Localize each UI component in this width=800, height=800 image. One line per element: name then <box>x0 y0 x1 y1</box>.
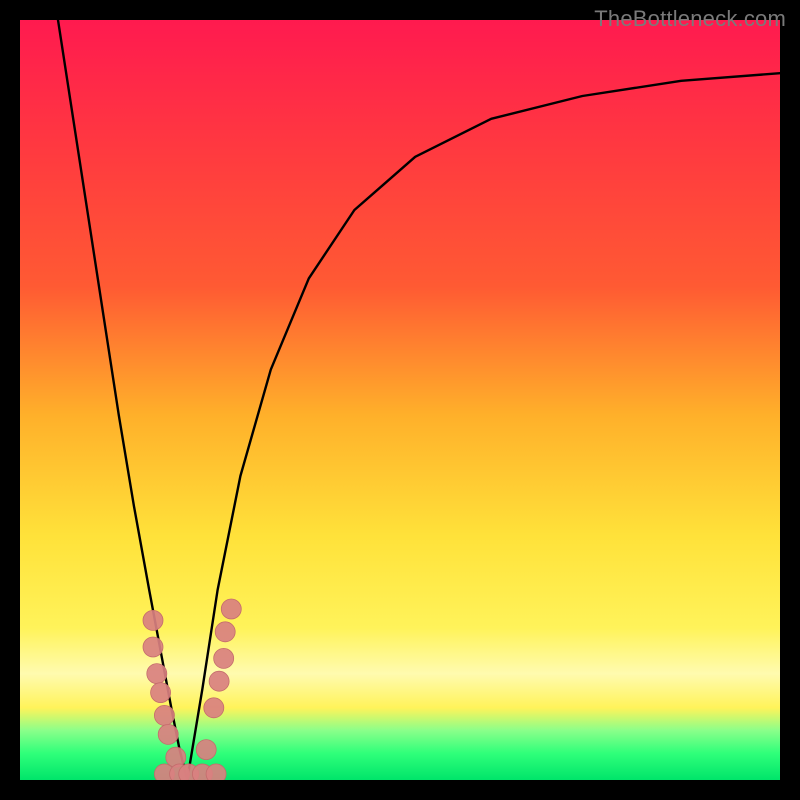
data-marker <box>143 610 163 630</box>
data-marker <box>204 698 224 718</box>
plot-area <box>20 20 780 780</box>
gradient-background <box>20 20 780 780</box>
data-marker <box>196 740 216 760</box>
outer-frame: TheBottleneck.com <box>0 0 800 800</box>
data-marker <box>158 724 178 744</box>
data-marker <box>154 705 174 725</box>
data-marker <box>147 664 167 684</box>
data-marker <box>209 671 229 691</box>
watermark-text: TheBottleneck.com <box>594 6 786 32</box>
data-marker <box>151 683 171 703</box>
data-marker <box>206 764 226 780</box>
data-marker <box>143 637 163 657</box>
data-marker <box>214 648 234 668</box>
data-marker <box>215 622 235 642</box>
data-marker <box>221 599 241 619</box>
